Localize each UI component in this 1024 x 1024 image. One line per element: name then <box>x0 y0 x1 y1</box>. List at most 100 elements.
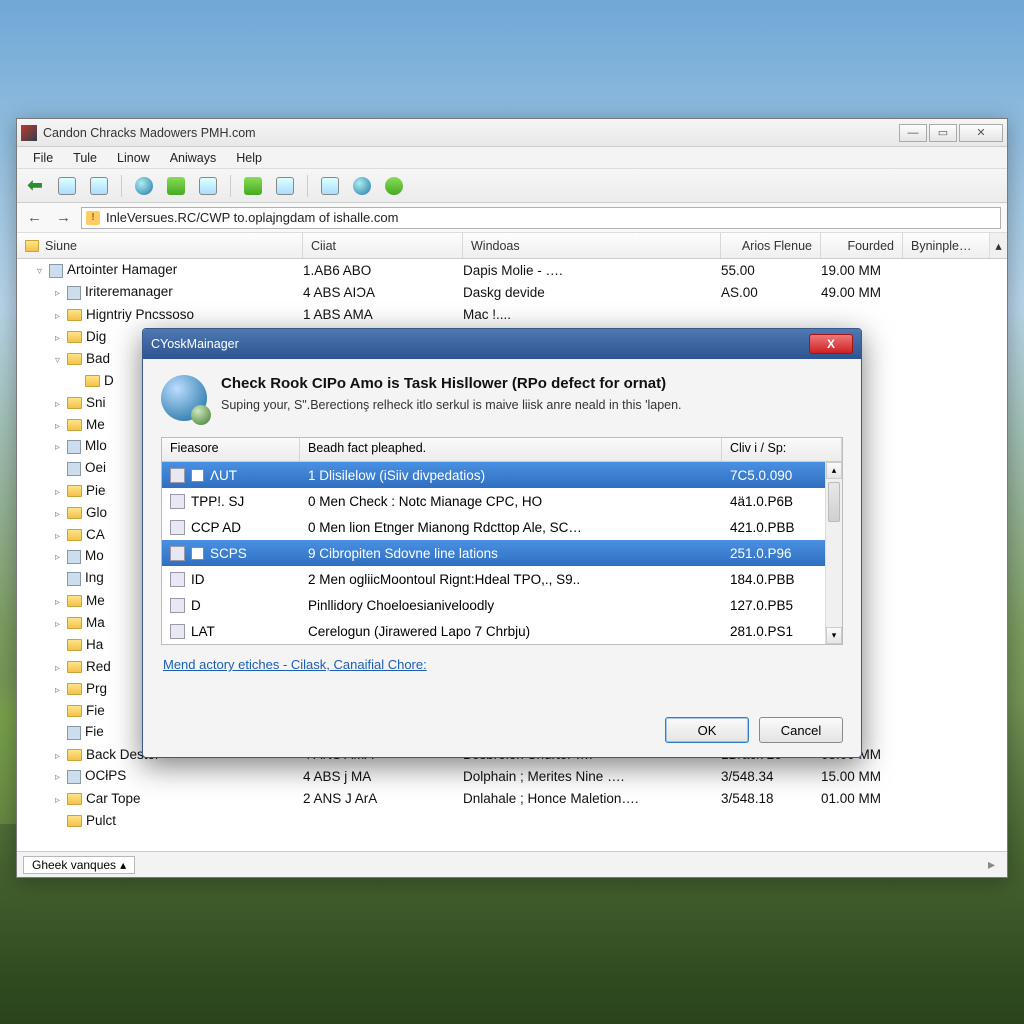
window-title: Candon Chracks Madowers PMH.com <box>43 126 897 140</box>
menu-tule[interactable]: Tule <box>63 149 107 167</box>
navbar: ← → ! InleVersues.RC/CWP to.oplajngdam o… <box>17 203 1007 233</box>
col-win[interactable]: Windoas <box>463 233 721 258</box>
folder-icon <box>67 639 82 651</box>
close-button[interactable]: ✕ <box>959 124 1003 142</box>
tool-icon-7[interactable] <box>318 174 342 198</box>
tree-row[interactable]: ▹OCłPS4 ABS j MADolphain ; Merites Nine … <box>17 765 1007 787</box>
folder-icon <box>67 683 82 695</box>
tool-icon-2[interactable] <box>87 174 111 198</box>
item-icon <box>170 624 185 639</box>
toolbar-sep <box>307 175 308 197</box>
folder-icon <box>67 331 82 343</box>
scroll-up-icon[interactable]: ▴ <box>989 233 1007 258</box>
item-icon <box>170 598 185 613</box>
item-icon <box>170 520 185 535</box>
tree-row[interactable]: ▿Artointer Hamager1.AB6 ABODapis Molie -… <box>17 259 1007 281</box>
titlebar[interactable]: Candon Chracks Madowers PMH.com — ▭ ✕ <box>17 119 1007 147</box>
tree-row[interactable]: ▹Iriteremanager4 ABS AIƆADaskg devideAS.… <box>17 281 1007 303</box>
folder-icon <box>67 419 82 431</box>
dialog-row[interactable]: TPP!. SJ0 Men Check : Notc Mianage CPC, … <box>162 488 842 514</box>
address-text: InleVersues.RC/CWP to.oplajngdam of isha… <box>106 210 398 225</box>
app-icon <box>21 125 37 141</box>
warning-icon: ! <box>86 211 100 225</box>
dialog-scrollbar[interactable]: ▴ ▾ <box>825 462 842 644</box>
folder-icon <box>67 529 82 541</box>
menu-file[interactable]: File <box>23 149 63 167</box>
folder-icon <box>67 617 82 629</box>
col-af[interactable]: Arios Flenue <box>721 233 821 258</box>
folder-icon <box>85 375 100 387</box>
item-icon <box>170 468 185 483</box>
checkbox[interactable] <box>191 469 204 482</box>
tool-icon-9[interactable] <box>382 174 406 198</box>
dialog-close-button[interactable]: X <box>809 334 853 354</box>
dialog-titlebar[interactable]: CYoskMainager X <box>143 329 861 359</box>
folder-icon <box>67 749 82 761</box>
item-icon <box>170 494 185 509</box>
tree-row[interactable]: ▹Car Tope2 ANS J ArADnlahale ; Honce Mal… <box>17 787 1007 809</box>
tool-icon-3[interactable] <box>164 174 188 198</box>
dialog-link[interactable]: Mend actory etiches - Cilask, Canaifial … <box>163 657 841 672</box>
dialog-row[interactable]: DPinllidory Choeloesianiveloodly127.0.PB… <box>162 592 842 618</box>
file-icon <box>67 440 81 454</box>
dialog-row[interactable]: LATCerelogun (Jirawered Lapo 7 Chrbju)28… <box>162 618 842 644</box>
toolbar-sep <box>121 175 122 197</box>
tool-icon-8[interactable] <box>350 174 374 198</box>
maximize-button[interactable]: ▭ <box>929 124 957 142</box>
nav-back-icon[interactable]: ← <box>23 209 46 226</box>
menu-help[interactable]: Help <box>226 149 272 167</box>
tool-icon-5[interactable] <box>241 174 265 198</box>
folder-icon <box>67 595 82 607</box>
menu-linow[interactable]: Linow <box>107 149 160 167</box>
toolbar: ⬅ <box>17 169 1007 203</box>
file-icon <box>67 726 81 740</box>
col-ciat[interactable]: Ciiat <box>303 233 463 258</box>
folder-icon <box>67 793 82 805</box>
item-icon <box>170 572 185 587</box>
dialog-row[interactable]: ΛUT1 Dlisilelow (iSiiv divpedatios)7C5.0… <box>162 462 842 488</box>
status-button[interactable]: Gheek vanques▴ <box>23 856 135 874</box>
dialog-title: CYoskMainager <box>151 337 809 351</box>
globe-icon[interactable] <box>132 174 156 198</box>
checkbox[interactable] <box>191 547 204 560</box>
file-icon <box>67 550 81 564</box>
statusbar: Gheek vanques▴ ▸ <box>17 851 1007 877</box>
column-header: Siune Ciiat Windoas Arios Flenue Fourded… <box>17 233 1007 259</box>
tool-icon-4[interactable] <box>196 174 220 198</box>
file-icon <box>67 286 81 300</box>
folder-icon <box>67 661 82 673</box>
dialog: CYoskMainager X Check Rook CIPo Amo is T… <box>142 328 862 758</box>
dialog-row[interactable]: SCPS9 Cibropiten Sdovne line lations251.… <box>162 540 842 566</box>
tool-icon-6[interactable] <box>273 174 297 198</box>
scroll-up-icon[interactable]: ▴ <box>826 462 842 479</box>
tree-row[interactable]: ▹Higntriy Pncssoso1 ABS AMAMac !.... <box>17 303 1007 325</box>
minimize-button[interactable]: — <box>899 124 927 142</box>
col-fnd[interactable]: Fourded <box>821 233 903 258</box>
dlg-col-3[interactable]: Cliv i / Sp: <box>722 438 842 461</box>
dialog-list: Fieasore Beadh fact pleaphed. Cliv i / S… <box>161 437 843 645</box>
cancel-button[interactable]: Cancel <box>759 717 843 743</box>
address-input[interactable]: ! InleVersues.RC/CWP to.oplajngdam of is… <box>81 207 1001 229</box>
item-icon <box>170 546 185 561</box>
nav-fwd-icon[interactable]: → <box>52 209 75 226</box>
file-icon <box>67 572 81 586</box>
folder-icon <box>25 240 39 252</box>
ok-button[interactable]: OK <box>665 717 749 743</box>
toolbar-sep <box>230 175 231 197</box>
file-icon <box>67 770 81 784</box>
folder-icon <box>67 507 82 519</box>
dialog-col-header: Fieasore Beadh fact pleaphed. Cliv i / S… <box>162 438 842 462</box>
scroll-down-icon[interactable]: ▾ <box>826 627 842 644</box>
tree-row[interactable]: Pulct <box>17 809 1007 831</box>
col-name[interactable]: Siune <box>17 233 303 258</box>
dlg-col-1[interactable]: Fieasore <box>162 438 300 461</box>
dialog-row[interactable]: CCP AD0 Men lion Etnger Mianong Rdcttop … <box>162 514 842 540</box>
tool-icon-1[interactable] <box>55 174 79 198</box>
dialog-row[interactable]: ID2 Men ogliicMoontoul Rignt:Hdeal TPO,.… <box>162 566 842 592</box>
dialog-heading: Check Rook CIPo Amo is Task Hisllower (R… <box>221 375 682 392</box>
dlg-col-2[interactable]: Beadh fact pleaphed. <box>300 438 722 461</box>
menu-aniways[interactable]: Aniways <box>160 149 227 167</box>
back-icon[interactable]: ⬅ <box>23 174 47 198</box>
scroll-right-icon[interactable]: ▸ <box>988 856 1001 873</box>
scroll-thumb[interactable] <box>828 482 840 522</box>
